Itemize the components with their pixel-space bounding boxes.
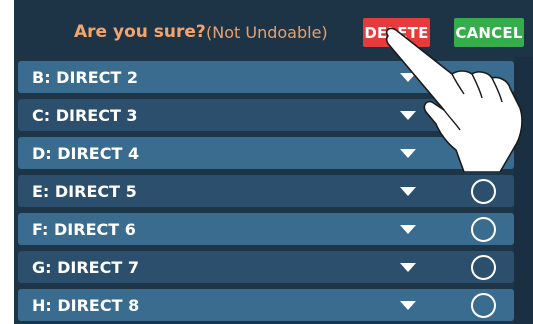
list-item[interactable]: F: DIRECT 6 [18, 213, 514, 245]
dropdown-caret-icon[interactable] [400, 263, 416, 272]
dropdown-caret-icon[interactable] [400, 73, 416, 82]
radio-circle-icon[interactable] [471, 217, 496, 242]
channel-list: B: DIRECT 2 C: DIRECT 3 D: DIRECT 4 E: D… [14, 57, 533, 324]
list-item[interactable]: C: DIRECT 3 [18, 99, 514, 131]
list-item-label: C: DIRECT 3 [32, 106, 138, 125]
dropdown-caret-icon[interactable] [400, 111, 416, 120]
list-item-label: G: DIRECT 7 [32, 258, 139, 277]
radio-circle-icon[interactable] [471, 179, 496, 204]
not-undoable-note: (Not Undoable) [206, 23, 328, 42]
list-item[interactable]: E: DIRECT 5 [18, 175, 514, 207]
dropdown-caret-icon[interactable] [400, 301, 416, 310]
delete-button[interactable]: DELETE [363, 18, 430, 47]
radio-circle-icon[interactable] [471, 293, 496, 318]
list-item[interactable]: B: DIRECT 2 [18, 61, 514, 93]
list-item[interactable]: G: DIRECT 7 [18, 251, 514, 283]
dropdown-caret-icon[interactable] [400, 149, 416, 158]
list-item-label: F: DIRECT 6 [32, 220, 136, 239]
cancel-button[interactable]: CANCEL [454, 18, 524, 47]
dropdown-caret-icon[interactable] [400, 225, 416, 234]
list-item-label: E: DIRECT 5 [32, 182, 137, 201]
confirmation-header: Are you sure? (Not Undoable) DELETE CANC… [14, 0, 533, 57]
list-item[interactable]: D: DIRECT 4 [18, 137, 514, 169]
delete-confirmation-screen: Are you sure? (Not Undoable) DELETE CANC… [0, 0, 533, 324]
confirm-prompt: Are you sure? [74, 22, 206, 42]
list-scroll-edge [514, 57, 533, 324]
radio-circle-icon[interactable] [471, 255, 496, 280]
list-item-label: D: DIRECT 4 [32, 144, 140, 163]
list-item[interactable]: H: DIRECT 8 [18, 289, 514, 321]
list-item-label: B: DIRECT 2 [32, 68, 139, 87]
dropdown-caret-icon[interactable] [400, 187, 416, 196]
list-item-label: H: DIRECT 8 [32, 296, 140, 315]
